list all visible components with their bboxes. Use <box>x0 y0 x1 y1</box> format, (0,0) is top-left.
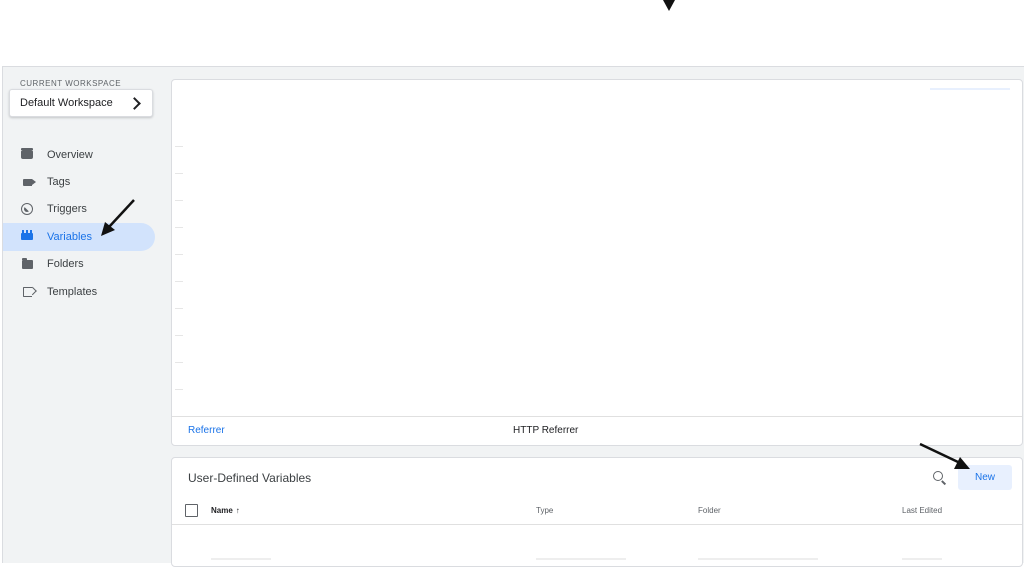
sidebar-item-triggers[interactable]: Triggers <box>3 196 155 223</box>
sidebar-item-label: Folders <box>47 258 84 271</box>
row-divider <box>175 200 183 201</box>
search-icon[interactable] <box>932 470 948 486</box>
sidebar-item-label: Templates <box>47 285 98 298</box>
row-divider <box>175 254 183 255</box>
user-defined-variables-card: User-Defined Variables New Name ↑ Type Fo… <box>171 457 1023 567</box>
variable-type: HTTP Referrer <box>513 425 579 436</box>
sidebar-item-folders[interactable]: Folders <box>3 251 155 278</box>
new-button-label: New <box>974 472 995 483</box>
row-divider <box>175 146 183 147</box>
tag-manager-app: CURRENT WORKSPACE Default Workspace Over… <box>2 66 1024 567</box>
row-divider <box>175 173 183 174</box>
sidebar-nav: Overview Tags Triggers Variables Folders… <box>3 141 155 305</box>
row-divider <box>175 308 183 309</box>
workspace-label: CURRENT WORKSPACE <box>20 79 122 88</box>
table-row <box>172 556 1022 562</box>
sidebar-item-label: Triggers <box>47 203 87 216</box>
folder-icon <box>20 257 34 271</box>
sidebar-item-variables[interactable]: Variables <box>3 223 155 251</box>
workspace-name: Default Workspace <box>20 97 113 109</box>
new-variable-button[interactable]: New <box>958 465 1012 490</box>
sidebar-item-label: Tags <box>47 176 71 189</box>
column-header-type[interactable]: Type <box>536 506 553 515</box>
row-placeholder <box>902 558 942 560</box>
built-in-variables-card: Referrer HTTP Referrer <box>171 79 1023 446</box>
sidebar-item-label: Variables <box>47 230 93 243</box>
variables-icon <box>20 230 34 244</box>
row-divider <box>175 227 183 228</box>
configure-button[interactable] <box>930 88 1010 90</box>
chevron-right-icon <box>128 96 141 110</box>
row-placeholder <box>698 558 818 560</box>
sidebar-item-templates[interactable]: Templates <box>3 278 155 305</box>
select-all-checkbox[interactable] <box>185 504 198 517</box>
workspace-selector[interactable]: Default Workspace <box>9 89 153 117</box>
trigger-icon <box>20 202 34 216</box>
column-header-name-label: Name <box>211 506 233 515</box>
sidebar-item-label: Overview <box>47 148 93 161</box>
row-divider <box>175 389 183 390</box>
overview-icon <box>20 148 34 162</box>
tag-icon <box>20 175 36 189</box>
caret-down-icon <box>663 0 675 11</box>
sidebar-item-overview[interactable]: Overview <box>3 141 155 168</box>
table-row: Referrer HTTP Referrer <box>172 416 1022 445</box>
sort-ascending-icon: ↑ <box>235 506 240 515</box>
column-header-folder[interactable]: Folder <box>698 506 721 515</box>
sidebar: CURRENT WORKSPACE Default Workspace Over… <box>3 67 163 563</box>
column-header-name[interactable]: Name ↑ <box>211 506 240 515</box>
card-title: User-Defined Variables <box>188 471 312 485</box>
row-divider <box>175 362 183 363</box>
column-header-last-edited[interactable]: Last Edited <box>902 506 942 515</box>
row-divider <box>175 281 183 282</box>
row-placeholder <box>211 558 271 560</box>
row-placeholder <box>536 558 626 560</box>
template-icon <box>20 285 34 299</box>
row-divider <box>175 335 183 336</box>
table-header: Name ↑ Type Folder Last Edited <box>172 498 1022 525</box>
variable-name-link[interactable]: Referrer <box>188 425 225 436</box>
sidebar-item-tags[interactable]: Tags <box>3 168 155 195</box>
